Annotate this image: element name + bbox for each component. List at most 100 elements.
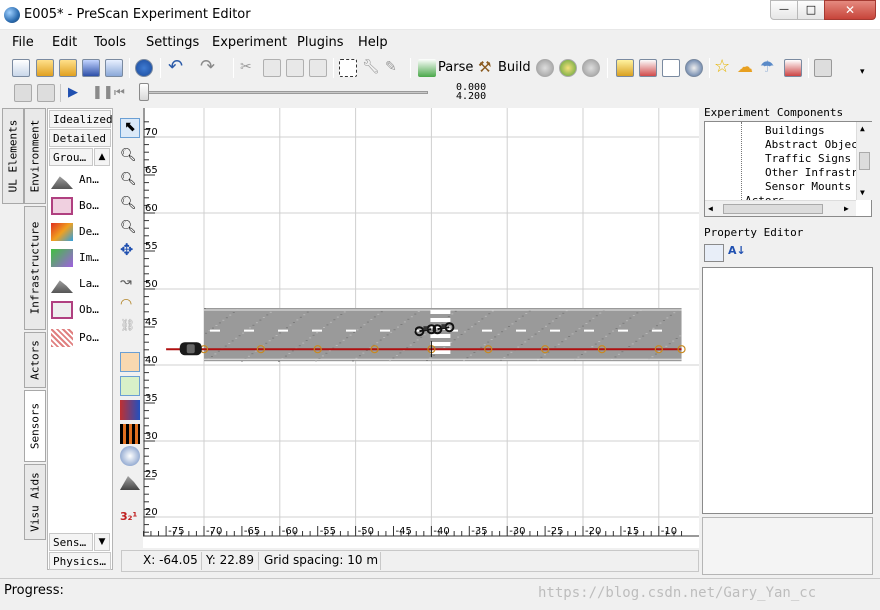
weather-cloud-icon[interactable]: ☁ [737,59,755,77]
tree-vscrollbar[interactable]: ▲ ▼ [856,122,872,200]
tree-hscrollbar[interactable]: ◀ ▶ [705,200,856,216]
tree-item-buildings[interactable]: Buildings [765,124,825,137]
build-hammer-icon[interactable]: ⚒ [478,59,496,77]
open-icon[interactable] [36,59,54,77]
save-as-icon[interactable] [105,59,123,77]
table-icon[interactable] [662,59,680,77]
menu-help[interactable]: Help [358,35,388,50]
canvas-drawing[interactable]: 70 65 60 55 50 45 40 35 30 25 20 -75 -70 -65 -60 -55 -50… [143,108,699,548]
tab-visu-aids[interactable]: Visu Aids [24,464,46,540]
palette-item-point-cloud[interactable]: Po… [51,327,111,351]
cut-icon[interactable]: ✂ [240,59,258,77]
regenerate-icon[interactable] [559,59,577,77]
sketch-icon[interactable] [639,59,657,77]
close-button[interactable]: ✕ [824,0,876,20]
detailed-button[interactable]: Detailed [49,129,111,147]
paste-icon[interactable] [286,59,304,77]
tree-item-abstract-object[interactable]: Abstract Object [765,138,864,151]
delete-icon[interactable] [309,59,327,77]
palette-item-object[interactable]: Ob… [51,299,111,323]
physics-dropdown[interactable]: Physics… [49,552,111,570]
tree-vscroll-thumb[interactable] [859,152,870,170]
numbering-icon[interactable]: 3₂¹ [120,510,140,530]
sensor-cone-icon[interactable] [120,376,140,396]
scroll-left-icon[interactable]: ◀ [708,204,713,213]
dashboard-icon[interactable] [685,59,703,77]
tree-item-other-infrastructure[interactable]: Other Infrastru [765,166,864,179]
palette-item-depth[interactable]: De… [51,221,111,245]
menu-edit[interactable]: Edit [52,35,77,50]
select-all-icon[interactable] [339,59,357,77]
layout-icon[interactable] [814,59,832,77]
pan-icon[interactable]: ✥ [120,240,140,260]
sort-alpha-icon[interactable]: A↓ [728,244,746,257]
menu-file[interactable]: File [12,35,34,50]
menu-settings[interactable]: Settings [146,35,199,50]
idealized-button[interactable]: Idealized [49,110,113,128]
time-slider-track[interactable] [140,91,428,94]
stop-icon[interactable] [582,59,600,77]
wrench-icon[interactable]: 🔧︎ [362,59,380,77]
redo-icon[interactable]: ↷ [200,58,218,77]
record-icon[interactable] [14,84,32,102]
menu-tools[interactable]: Tools [94,35,126,50]
star-icon[interactable]: ☆ [714,58,732,77]
rewind-icon[interactable]: ⏮ [114,85,125,100]
curve-road-icon[interactable]: ◠ [120,296,140,316]
categorized-view-icon[interactable] [704,244,724,262]
zoom-out-icon[interactable]: 🔍︎ [120,196,140,216]
tab-ul-elements[interactable]: UL Elements [2,108,24,204]
build-button[interactable]: Build [498,60,531,75]
help-icon[interactable] [135,59,153,77]
palette-item-antenna[interactable]: An… [51,169,111,193]
select-pointer-icon[interactable]: ⬉ [120,118,140,138]
scroll-up-icon[interactable]: ▲ [860,124,865,133]
weather-rain-icon[interactable]: ☂ [760,59,778,77]
tab-infrastructure[interactable]: Infrastructure [24,206,46,330]
minimize-button[interactable]: — [770,0,798,20]
undo-icon[interactable]: ↶ [168,58,186,77]
menu-experiment[interactable]: Experiment [212,35,287,50]
pencil-icon[interactable]: ✎ [385,59,403,77]
save-icon[interactable] [82,59,100,77]
time-slider-handle[interactable] [139,83,149,101]
lidar-sensor-icon[interactable] [120,424,140,444]
new-icon[interactable] [12,59,30,77]
sensors-dropdown[interactable]: Sens… [49,533,93,551]
group-dropdown[interactable]: Grou… [49,148,93,166]
tab-sensors[interactable]: Sensors [24,390,46,462]
scroll-right-icon[interactable]: ▶ [844,204,849,213]
radar-sensor-icon[interactable] [120,400,140,420]
draw-path-icon[interactable]: ↝ [120,274,140,294]
toolbar-overflow-icon[interactable]: ▾ [860,67,870,77]
scroll-down-icon[interactable]: ▼ [860,188,865,197]
parse-button[interactable]: Parse [438,60,473,75]
open-recent-icon[interactable] [59,59,77,77]
terrain-icon[interactable] [120,476,140,490]
sensor-mount-icon[interactable] [120,352,140,372]
experiment-components-tree[interactable]: Buildings Abstract Object Traffic Signs … [704,121,872,217]
group-scroll-up-icon[interactable]: ▲ [94,148,110,166]
ruler-icon[interactable] [616,59,634,77]
tree-item-sensor-mounts[interactable]: Sensor Mounts [765,180,851,193]
connect-icon[interactable]: ⛓ [120,318,140,338]
parse-icon[interactable] [418,59,436,77]
palette-item-image[interactable]: Im… [51,247,111,271]
experiment-canvas[interactable]: 70 65 60 55 50 45 40 35 30 25 20 -75 -70 -65 -60 -55 -50… [143,108,699,548]
maximize-button[interactable]: □ [797,0,825,20]
zoom-fit-icon[interactable]: 🔍︎ [120,220,140,240]
zoom-region-icon[interactable]: 🔍︎ [120,148,140,168]
tree-hscroll-thumb[interactable] [723,204,823,214]
copy-icon[interactable] [263,59,281,77]
zoom-in-icon[interactable]: 🔍︎ [120,172,140,192]
palette-item-bounding[interactable]: Bo… [51,195,111,219]
tab-environment[interactable]: Environment [24,108,46,204]
palette-item-lane[interactable]: La… [51,273,111,297]
reset-icon[interactable] [37,84,55,102]
play-icon[interactable]: ▶ [68,85,78,100]
tab-actors[interactable]: Actors [24,332,46,388]
tree-item-traffic-signs[interactable]: Traffic Signs [765,152,851,165]
chart-icon[interactable] [784,59,802,77]
property-editor-panel[interactable] [702,267,873,514]
pause-icon[interactable]: ❚❚ [92,85,114,100]
